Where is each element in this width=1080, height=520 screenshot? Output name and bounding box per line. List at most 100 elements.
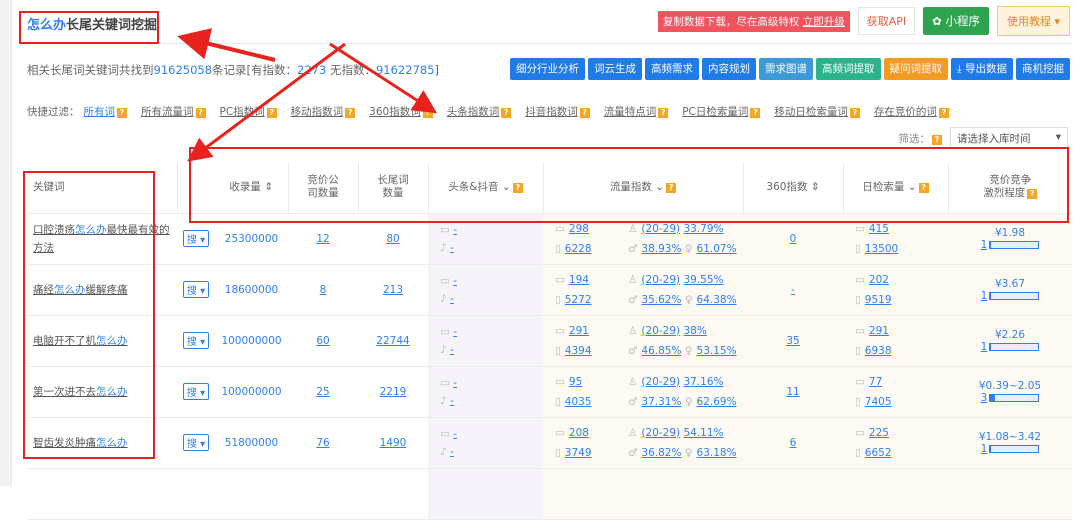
- filter-link[interactable]: 所有流量词: [141, 106, 194, 118]
- mobile-index[interactable]: 5272: [565, 294, 592, 306]
- douyin-value[interactable]: -: [450, 293, 454, 305]
- pc-index[interactable]: 208: [569, 427, 589, 439]
- index-360[interactable]: 11: [786, 386, 799, 398]
- action-button[interactable]: 内容规划: [702, 58, 757, 80]
- action-button[interactable]: 商机挖掘: [1016, 58, 1070, 80]
- help-icon[interactable]: ?: [195, 108, 206, 118]
- longtail-link[interactable]: 2219: [380, 386, 407, 398]
- female-percent[interactable]: 61.07%: [697, 243, 737, 255]
- longtail-link[interactable]: 22744: [376, 335, 409, 347]
- help-icon[interactable]: ?: [422, 108, 433, 118]
- action-button[interactable]: 高频词提取: [816, 58, 881, 80]
- longtail-link[interactable]: 213: [383, 284, 403, 296]
- age-range[interactable]: (20-29): [641, 325, 680, 337]
- female-percent[interactable]: 62.69%: [697, 396, 737, 408]
- filter-link[interactable]: 存在竞价的词: [874, 106, 937, 118]
- entry-time-select[interactable]: 请选择入库时间 ▾: [950, 127, 1068, 149]
- daily-mobile[interactable]: 13500: [865, 243, 898, 255]
- female-percent[interactable]: 53.15%: [697, 345, 737, 357]
- toutiao-value[interactable]: -: [453, 326, 457, 338]
- daily-pc[interactable]: 415: [869, 223, 889, 235]
- index-360[interactable]: -: [791, 284, 795, 296]
- action-button[interactable]: 疑问词提取: [883, 58, 949, 80]
- toutiao-value[interactable]: -: [453, 377, 457, 389]
- toutiao-value[interactable]: -: [453, 428, 457, 440]
- male-percent[interactable]: 38.93%: [641, 243, 681, 255]
- bid-companies-link[interactable]: 76: [316, 437, 329, 449]
- age-percent[interactable]: 37.16%: [683, 376, 723, 388]
- col-indexed[interactable]: 收录量 ⇕: [215, 162, 289, 214]
- daily-pc[interactable]: 77: [869, 376, 882, 388]
- daily-mobile[interactable]: 6652: [865, 447, 892, 459]
- help-icon[interactable]: ?: [932, 134, 942, 145]
- filter-link[interactable]: 移动指数词: [291, 106, 344, 118]
- pc-index[interactable]: 194: [569, 274, 589, 286]
- keyword-link[interactable]: 口腔溃疡怎么办最快最有效的方法: [33, 224, 170, 254]
- help-icon[interactable]: ?: [849, 108, 860, 118]
- search-engine-dropdown[interactable]: 搜 ▾: [182, 383, 210, 400]
- longtail-link[interactable]: 80: [386, 233, 399, 245]
- douyin-value[interactable]: -: [450, 395, 454, 407]
- mini-program-button[interactable]: ✿ 小程序: [923, 7, 989, 35]
- help-icon[interactable]: ?: [666, 182, 677, 193]
- help-icon[interactable]: ?: [1027, 189, 1038, 200]
- col-competition[interactable]: 竞价竞争 激烈程度?: [948, 162, 1072, 214]
- col-toutiao-douyin[interactable]: 头条&抖音 ⌄?: [428, 162, 544, 214]
- search-engine-dropdown[interactable]: 搜 ▾: [182, 434, 210, 451]
- col-longtail[interactable]: 长尾词 数量: [358, 162, 429, 214]
- mobile-index[interactable]: 4035: [565, 396, 592, 408]
- bid-companies-link[interactable]: 8: [320, 284, 327, 296]
- action-button[interactable]: 词云生成: [588, 58, 643, 80]
- age-percent[interactable]: 33.79%: [683, 223, 723, 235]
- competition-level[interactable]: 1: [981, 443, 988, 455]
- col-360[interactable]: 360指数 ⇕: [743, 162, 844, 214]
- filter-link[interactable]: 抖音指数词: [525, 106, 578, 118]
- help-icon[interactable]: ?: [512, 182, 523, 193]
- bid-companies-link[interactable]: 12: [316, 233, 329, 245]
- competition-level[interactable]: 3: [981, 392, 988, 404]
- action-button[interactable]: 细分行业分析: [510, 58, 586, 80]
- search-engine-dropdown[interactable]: 搜 ▾: [182, 281, 210, 298]
- competition-level[interactable]: 1: [981, 290, 988, 302]
- bid-companies-link[interactable]: 60: [316, 335, 329, 347]
- age-range[interactable]: (20-29): [641, 274, 680, 286]
- filter-link[interactable]: 移动日检索量词: [774, 106, 848, 118]
- filter-link[interactable]: 所有词: [84, 106, 116, 118]
- age-percent[interactable]: 39.55%: [683, 274, 723, 286]
- bid-companies-link[interactable]: 25: [316, 386, 329, 398]
- action-button[interactable]: ⤓ 导出数据: [951, 58, 1013, 80]
- help-icon[interactable]: ?: [918, 182, 929, 193]
- douyin-value[interactable]: -: [450, 344, 454, 356]
- daily-mobile[interactable]: 9519: [865, 294, 892, 306]
- male-percent[interactable]: 46.85%: [641, 345, 681, 357]
- age-percent[interactable]: 38%: [683, 325, 706, 337]
- filter-link[interactable]: 头条指数词: [447, 106, 500, 118]
- filter-link[interactable]: 360指数词: [369, 106, 421, 118]
- keyword-link[interactable]: 智齿发炎肿痛怎么办: [33, 437, 128, 449]
- upgrade-link[interactable]: 立即升级: [803, 16, 845, 28]
- help-icon[interactable]: ?: [579, 108, 590, 118]
- upgrade-banner[interactable]: 复制数据下载，尽在高级特权 立即升级: [657, 10, 850, 32]
- daily-pc[interactable]: 225: [869, 427, 889, 439]
- index-360[interactable]: 6: [790, 437, 797, 449]
- help-icon[interactable]: ?: [117, 108, 127, 118]
- female-percent[interactable]: 63.18%: [697, 447, 737, 459]
- help-icon[interactable]: ?: [938, 108, 949, 118]
- keyword-link[interactable]: 痛经怎么办缓解疼痛: [33, 284, 128, 296]
- pc-index[interactable]: 298: [569, 223, 589, 235]
- filter-link[interactable]: 流量特点词: [604, 106, 657, 118]
- toutiao-value[interactable]: -: [453, 224, 457, 236]
- douyin-value[interactable]: -: [450, 242, 454, 254]
- col-bid-companies[interactable]: 竞价公 司数量: [288, 162, 359, 214]
- competition-level[interactable]: 1: [981, 341, 988, 353]
- help-icon[interactable]: ?: [750, 108, 761, 118]
- longtail-link[interactable]: 1490: [380, 437, 407, 449]
- male-percent[interactable]: 35.62%: [641, 294, 681, 306]
- help-icon[interactable]: ?: [266, 108, 277, 118]
- daily-mobile[interactable]: 7405: [865, 396, 892, 408]
- col-traffic[interactable]: 流量指数 ⌄?: [543, 162, 744, 214]
- tutorial-dropdown[interactable]: 使用教程 ▾: [996, 6, 1070, 36]
- filter-link[interactable]: PC指数词: [220, 106, 265, 118]
- search-engine-dropdown[interactable]: 搜 ▾: [182, 230, 210, 247]
- pc-index[interactable]: 95: [569, 376, 582, 388]
